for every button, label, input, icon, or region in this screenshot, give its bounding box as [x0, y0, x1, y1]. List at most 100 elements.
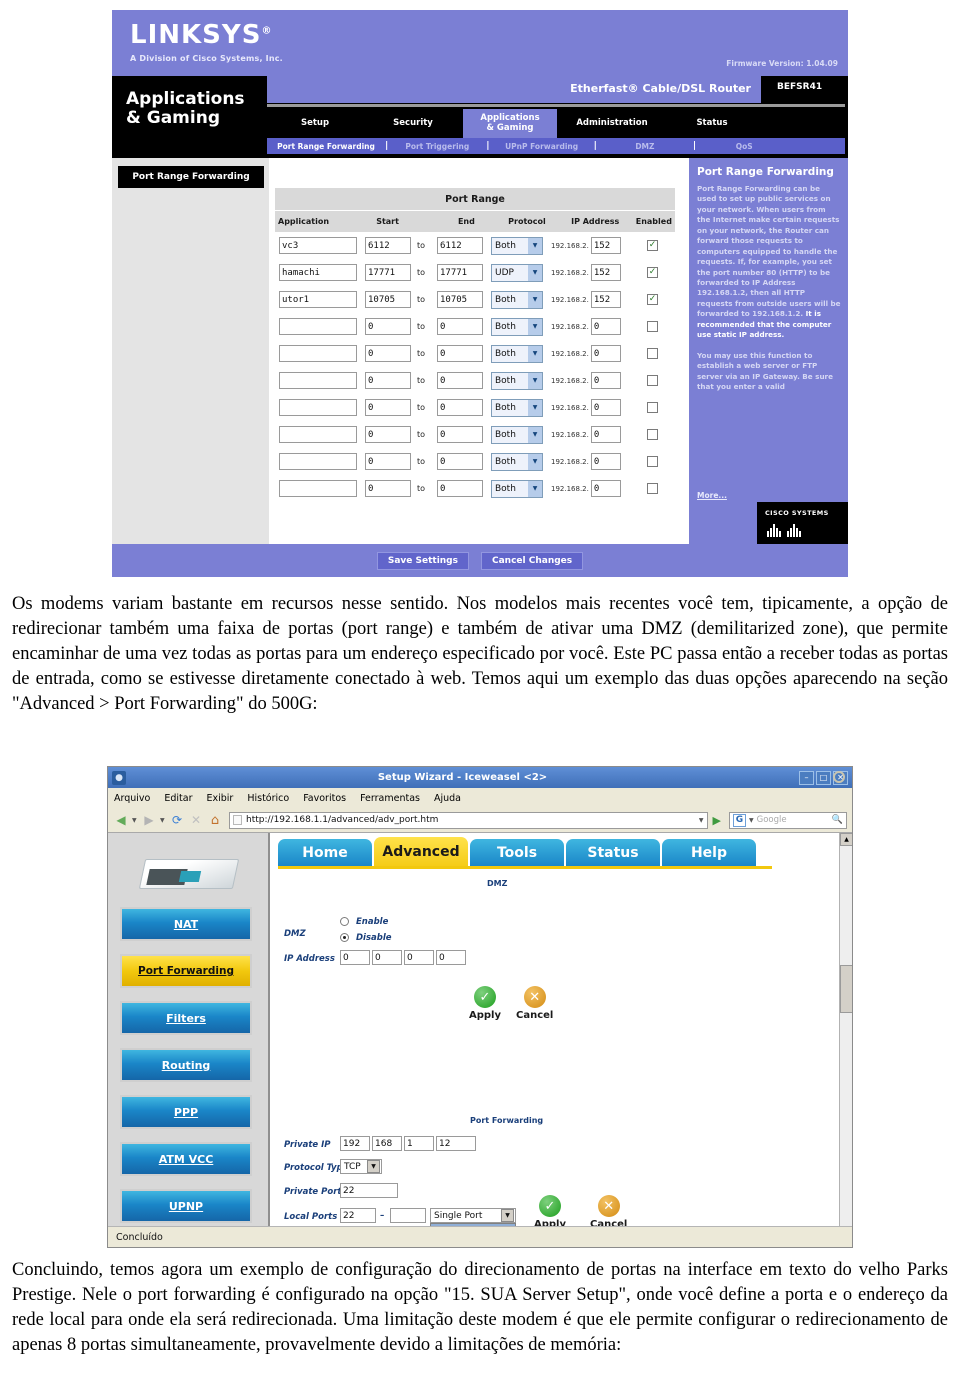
application-input[interactable]	[279, 318, 357, 335]
local-port-start-input[interactable]: 22	[340, 1208, 376, 1223]
start-port-input[interactable]: 6112	[365, 237, 411, 254]
back-dropdown-icon[interactable]: ▼	[132, 817, 138, 824]
sidebar-item-atm-vcc[interactable]: ATM VCC	[120, 1142, 252, 1176]
sidebar-item-filters[interactable]: Filters	[120, 1001, 252, 1035]
application-input[interactable]: vc3	[279, 237, 357, 254]
linksys-subnav-qos[interactable]: QoS	[696, 142, 792, 151]
tab-help[interactable]: Help	[662, 839, 756, 866]
application-input[interactable]: utor1	[279, 291, 357, 308]
pf-cancel-button[interactable]: ✕ Cancel	[590, 1195, 627, 1226]
linksys-subnav-port-triggering[interactable]: Port Triggering	[388, 142, 486, 151]
enabled-checkbox[interactable]: ✓	[647, 294, 658, 305]
stop-icon[interactable]: ✕	[188, 812, 204, 828]
search-icon[interactable]: 🔍	[832, 815, 843, 825]
end-port-input[interactable]: 10705	[437, 291, 483, 308]
application-input[interactable]: hamachi	[279, 264, 357, 281]
protocol-select[interactable]: Both ▼	[491, 344, 543, 363]
start-port-input[interactable]: 0	[365, 318, 411, 335]
linksys-tab-administration[interactable]: Administration	[557, 109, 667, 138]
protocol-select[interactable]: Both ▼	[491, 452, 543, 471]
protocol-select[interactable]: UDP ▼	[491, 263, 543, 282]
start-port-input[interactable]: 0	[365, 345, 411, 362]
menu-ferramentas[interactable]: Ferramentas	[360, 793, 420, 804]
application-input[interactable]	[279, 372, 357, 389]
sidebar-item-upnp[interactable]: UPNP	[120, 1189, 252, 1223]
enabled-checkbox[interactable]: ✓	[647, 240, 658, 251]
search-engine-icon[interactable]: G	[733, 813, 746, 827]
address-bar[interactable]: http://192.168.1.1/advanced/adv_port.htm…	[229, 811, 708, 829]
sidebar-item-port-forwarding[interactable]: Port Forwarding	[120, 954, 252, 988]
ip-last-octet-input[interactable]: 152	[590, 291, 621, 308]
enabled-checkbox[interactable]	[647, 402, 658, 413]
end-port-input[interactable]: 17771	[437, 264, 483, 281]
ip-last-octet-input[interactable]: 152	[590, 264, 621, 281]
application-input[interactable]	[279, 345, 357, 362]
tab-status[interactable]: Status	[566, 839, 660, 866]
dmz-ip-octet-4[interactable]: 0	[436, 950, 466, 965]
address-history-dropdown-icon[interactable]: ▼	[699, 817, 704, 824]
start-port-input[interactable]: 0	[365, 399, 411, 416]
search-engine-dropdown-icon[interactable]: ▼	[749, 817, 754, 824]
ip-last-octet-input[interactable]: 0	[590, 372, 621, 389]
linksys-subnav-port-range-forwarding[interactable]: Port Range Forwarding	[267, 142, 385, 151]
ip-last-octet-input[interactable]: 0	[590, 480, 621, 497]
enabled-checkbox[interactable]	[647, 321, 658, 332]
start-port-input[interactable]: 0	[365, 372, 411, 389]
menu-arquivo[interactable]: Arquivo	[114, 793, 150, 804]
back-icon[interactable]: ◀	[113, 812, 129, 828]
start-port-input[interactable]: 17771	[365, 264, 411, 281]
dmz-enable-radio[interactable]	[340, 917, 349, 926]
linksys-tab-setup[interactable]: Setup	[267, 109, 363, 138]
enabled-checkbox[interactable]: ✓	[647, 267, 658, 278]
sidebar-item-nat[interactable]: NAT	[120, 907, 252, 941]
end-port-input[interactable]: 0	[437, 480, 483, 497]
linksys-subnav-upnp-forwarding[interactable]: UPnP Forwarding	[490, 142, 594, 151]
pf-apply-button[interactable]: ✓ Apply	[534, 1195, 566, 1226]
end-port-input[interactable]: 0	[437, 345, 483, 362]
start-port-input[interactable]: 10705	[365, 291, 411, 308]
port-type-select[interactable]: Single Port ▼	[430, 1208, 516, 1223]
enabled-checkbox[interactable]	[647, 456, 658, 467]
end-port-input[interactable]: 0	[437, 453, 483, 470]
linksys-subnav-dmz[interactable]: DMZ	[597, 142, 693, 151]
application-input[interactable]	[279, 399, 357, 416]
protocol-select[interactable]: Both ▼	[491, 479, 543, 498]
private-port-input[interactable]: 22	[340, 1183, 398, 1198]
go-button-icon[interactable]: ▶	[711, 814, 723, 827]
tab-home[interactable]: Home	[278, 839, 372, 866]
cancel-changes-button[interactable]: Cancel Changes	[481, 551, 584, 570]
enabled-checkbox[interactable]	[647, 348, 658, 359]
ip-last-octet-input[interactable]: 0	[590, 453, 621, 470]
protocol-select[interactable]: Both ▼	[491, 371, 543, 390]
enabled-checkbox[interactable]	[647, 483, 658, 494]
start-port-input[interactable]: 0	[365, 453, 411, 470]
linksys-tab-security[interactable]: Security	[363, 109, 463, 138]
protocol-select[interactable]: Both ▼	[491, 236, 543, 255]
ip-last-octet-input[interactable]: 0	[590, 426, 621, 443]
scrollbar-thumb[interactable]	[840, 965, 852, 1013]
enabled-checkbox[interactable]	[647, 375, 658, 386]
linksys-tab-status[interactable]: Status	[667, 109, 757, 138]
dmz-apply-button[interactable]: ✓ Apply	[469, 986, 501, 1021]
linksys-tab-applications-gaming[interactable]: Applications & Gaming	[463, 109, 557, 138]
search-input[interactable]: Google	[757, 815, 829, 825]
private-ip-octet-1[interactable]: 192	[340, 1136, 370, 1151]
protocol-select[interactable]: Both ▼	[491, 317, 543, 336]
help-more-link[interactable]: More...	[697, 491, 727, 500]
home-icon[interactable]: ⌂	[207, 812, 223, 828]
minimize-button[interactable]: –	[799, 770, 814, 785]
protocol-type-select[interactable]: TCP ▼	[340, 1159, 382, 1174]
end-port-input[interactable]: 6112	[437, 237, 483, 254]
content-scrollbar[interactable]: ▲	[839, 833, 852, 1226]
dmz-cancel-button[interactable]: ✕ Cancel	[516, 986, 553, 1021]
private-ip-octet-3[interactable]: 1	[404, 1136, 434, 1151]
dmz-disable-radio[interactable]	[340, 933, 349, 942]
save-settings-button[interactable]: Save Settings	[376, 551, 469, 570]
tab-tools[interactable]: Tools	[470, 839, 564, 866]
start-port-input[interactable]: 0	[365, 426, 411, 443]
forward-icon[interactable]: ▶	[141, 812, 157, 828]
maximize-button[interactable]: □	[816, 770, 831, 785]
dmz-ip-octet-2[interactable]: 0	[372, 950, 402, 965]
application-input[interactable]	[279, 453, 357, 470]
protocol-select[interactable]: Both ▼	[491, 290, 543, 309]
